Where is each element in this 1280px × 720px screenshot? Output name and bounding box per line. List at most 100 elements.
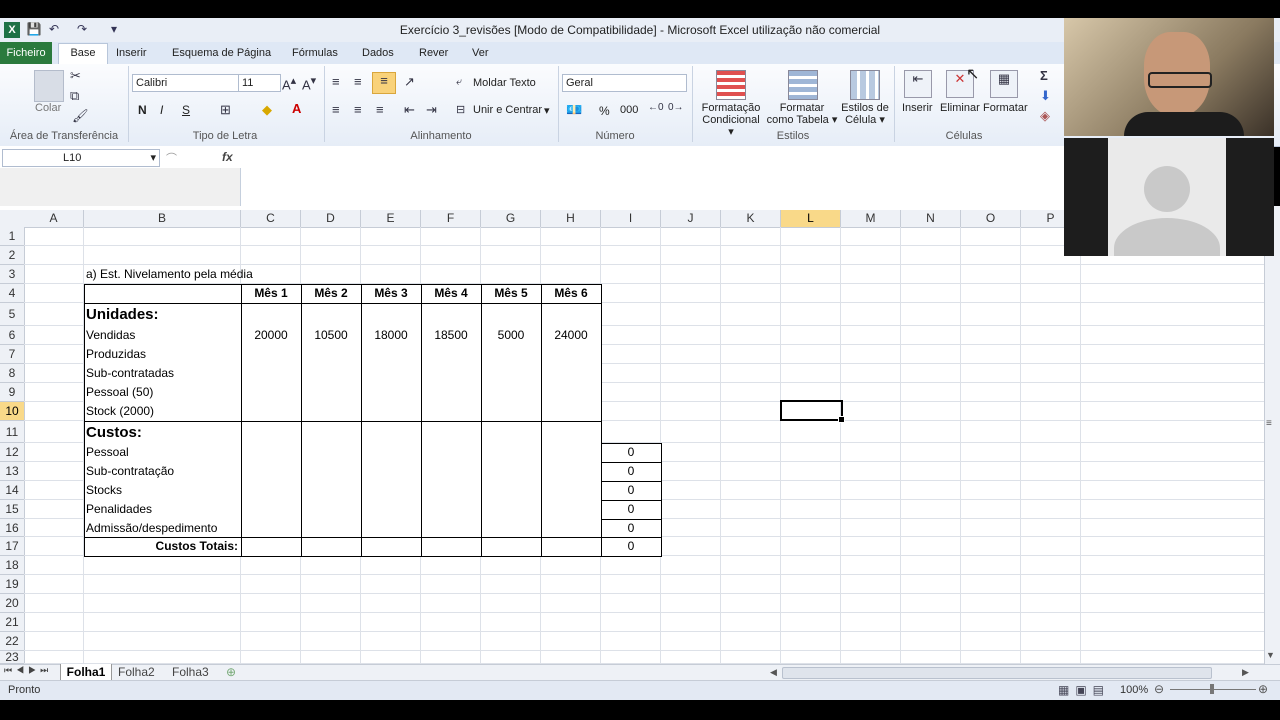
align-top-icon[interactable]: ≡ (332, 74, 340, 89)
column-header-h[interactable]: H (541, 210, 601, 228)
month-header[interactable]: Mês 6 (541, 285, 601, 302)
units-row-label[interactable]: Pessoal (50) (86, 384, 153, 401)
clear-icon[interactable]: ◈ (1040, 108, 1050, 124)
merge-center-button[interactable]: Unir e Centrar (473, 104, 542, 116)
view-buttons[interactable]: ▦▣▤ (1058, 683, 1110, 697)
name-box-dropdown-icon[interactable]: ▾ (150, 150, 156, 166)
number-format-dropdown[interactable]: Geral (562, 74, 687, 92)
paste-icon[interactable] (34, 70, 64, 102)
tab-formulas[interactable]: Fórmulas (288, 44, 342, 62)
row-header-22[interactable]: 22 (0, 632, 25, 651)
row-header-8[interactable]: 8 (0, 364, 25, 383)
grow-font-icon[interactable]: A▴ (282, 74, 296, 92)
total-costs-label[interactable]: Custos Totais: (84, 538, 238, 555)
column-header-b[interactable]: B (84, 210, 241, 228)
save-icon[interactable]: 💾 (26, 20, 42, 38)
units-row-label[interactable]: Vendidas (86, 327, 135, 344)
row-header-19[interactable]: 19 (0, 575, 25, 594)
sales-value-cell[interactable]: 18000 (361, 327, 421, 344)
units-row-label[interactable]: Sub-contratadas (86, 365, 174, 382)
zoom-level[interactable]: 100% (1120, 684, 1148, 696)
wrap-text-button[interactable]: Moldar Texto (473, 77, 536, 89)
formula-input[interactable] (240, 148, 1060, 164)
month-header[interactable]: Mês 5 (481, 285, 541, 302)
underline-button[interactable]: S (182, 103, 190, 117)
column-header-a[interactable]: A (24, 210, 84, 228)
column-header-m[interactable]: M (841, 210, 901, 228)
thousands-button[interactable]: 000 (620, 104, 638, 116)
row-header-7[interactable]: 7 (0, 345, 25, 364)
cost-total-cell[interactable]: 0 (601, 482, 661, 499)
costs-title[interactable]: Custos: (86, 424, 142, 441)
formula-bar-handle-icon[interactable]: ⌒ (166, 150, 177, 166)
align-left-icon[interactable]: ≡ (332, 102, 340, 117)
cost-total-cell[interactable]: 0 (601, 501, 661, 518)
row-header-4[interactable]: 4 (0, 284, 25, 303)
borders-icon[interactable]: ⊞ (220, 102, 231, 118)
horizontal-scroll-thumb[interactable] (782, 667, 1212, 679)
sales-value-cell[interactable]: 5000 (481, 327, 541, 344)
bold-button[interactable]: N (138, 103, 147, 117)
tab-view[interactable]: Ver (468, 44, 493, 62)
month-header[interactable]: Mês 1 (241, 285, 301, 302)
decrease-indent-icon[interactable]: ⇤ (404, 102, 415, 118)
column-header-g[interactable]: G (481, 210, 541, 228)
customize-qat-icon[interactable]: ▾ (106, 20, 122, 38)
increase-indent-icon[interactable]: ⇥ (426, 102, 437, 118)
month-header[interactable]: Mês 2 (301, 285, 361, 302)
sales-value-cell[interactable]: 18500 (421, 327, 481, 344)
tab-home[interactable]: Base (58, 43, 108, 65)
select-all-corner[interactable] (0, 210, 25, 228)
font-size-dropdown[interactable]: 11 (238, 74, 281, 92)
month-header[interactable]: Mês 3 (361, 285, 421, 302)
italic-button[interactable]: I (160, 103, 163, 117)
column-header-k[interactable]: K (721, 210, 781, 228)
row-header-21[interactable]: 21 (0, 613, 25, 632)
insert-cells-button[interactable]: Inserir (902, 102, 933, 114)
sheet-heading[interactable]: a) Est. Nivelamento pela média (86, 266, 253, 283)
row-header-23[interactable]: 23 (0, 651, 25, 664)
format-painter-icon[interactable]: 🖌 (72, 108, 89, 124)
font-color-icon[interactable]: A (292, 101, 301, 116)
sheet-tab-folha3[interactable]: Folha3 (172, 664, 209, 680)
sales-value-cell[interactable]: 20000 (241, 327, 301, 344)
cost-total-cell[interactable]: 0 (601, 520, 661, 537)
cut-icon[interactable]: ✂ (70, 68, 81, 84)
month-header[interactable]: Mês 4 (421, 285, 481, 302)
merge-center-dropdown-icon[interactable]: ▾ (544, 104, 550, 117)
currency-icon[interactable]: 💶 (566, 102, 582, 118)
cost-row-label[interactable]: Pessoal (86, 444, 129, 461)
column-header-i[interactable]: I (601, 210, 661, 228)
autosum-icon[interactable]: Σ (1040, 68, 1048, 83)
tab-file[interactable]: Ficheiro (0, 42, 52, 64)
scroll-down-icon[interactable]: ▼ (1266, 650, 1275, 660)
delete-cells-button[interactable]: Eliminar (940, 102, 980, 114)
name-box[interactable]: L10 ▾ (2, 149, 160, 167)
decrease-decimal-icon[interactable]: 0→ (668, 102, 684, 113)
tab-insert[interactable]: Inserir (112, 44, 151, 62)
column-header-n[interactable]: N (901, 210, 961, 228)
cost-row-label[interactable]: Sub-contratação (86, 463, 174, 480)
cost-row-label[interactable]: Admissão/despedimento (86, 520, 217, 537)
increase-decimal-icon[interactable]: ←0 (648, 102, 664, 113)
sales-value-cell[interactable]: 24000 (541, 327, 601, 344)
percent-button[interactable]: % (599, 104, 610, 118)
font-name-dropdown[interactable]: Calibri (132, 74, 239, 92)
shrink-font-icon[interactable]: A▾ (302, 74, 316, 92)
sheet-nav-icons[interactable]: ⏮◀▶⏭ (4, 665, 52, 676)
column-header-e[interactable]: E (361, 210, 421, 228)
format-as-table-button[interactable]: Formatar como Tabela ▾ (766, 102, 838, 126)
units-row-label[interactable]: Stock (2000) (86, 403, 154, 420)
sheet-tab-folha1[interactable]: Folha1 (60, 664, 112, 680)
fill-color-icon[interactable]: ◆ (262, 102, 272, 118)
tab-data[interactable]: Dados (358, 44, 398, 62)
row-header-6[interactable]: 6 (0, 326, 25, 345)
row-header-5[interactable]: 5 (0, 303, 25, 326)
orientation-icon[interactable]: ↗ (404, 74, 415, 90)
vertical-scrollbar[interactable] (1264, 206, 1280, 664)
row-header-11[interactable]: 11 (0, 421, 25, 443)
cost-total-cell[interactable]: 0 (601, 538, 661, 555)
row-header-12[interactable]: 12 (0, 443, 25, 462)
cost-row-label[interactable]: Stocks (86, 482, 122, 499)
vscroll-split-icon[interactable]: ≡ (1266, 418, 1272, 429)
